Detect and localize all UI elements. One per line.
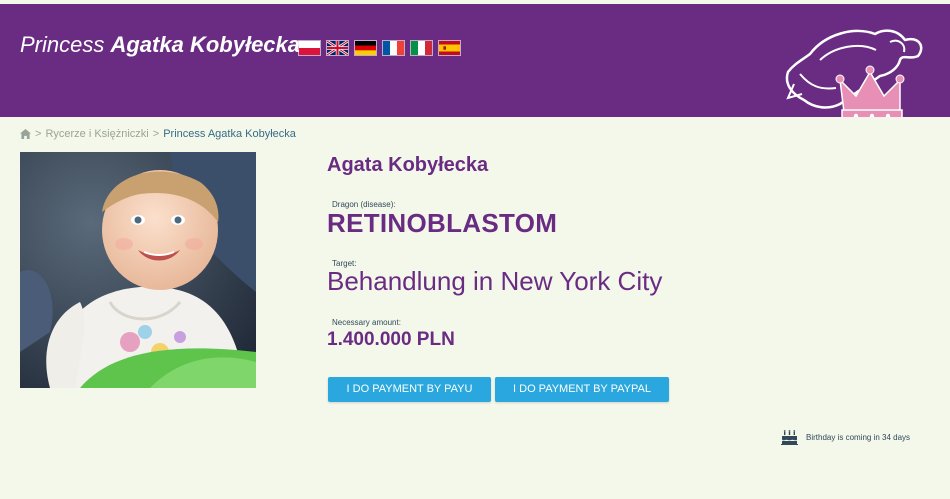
flag-de-icon[interactable] xyxy=(354,40,377,56)
amount-label: Necessary amount: xyxy=(332,318,401,327)
flag-es-icon[interactable] xyxy=(438,40,461,56)
flag-fr-icon[interactable] xyxy=(382,40,405,56)
pay-by-paypal-button[interactable]: I DO PAYMENT BY PAYPAL xyxy=(495,377,669,402)
target-value: Behandlung in New York City xyxy=(327,266,663,296)
child-photo-illustration xyxy=(20,152,256,388)
site-title-name: Agatka Kobyłecka xyxy=(110,32,301,57)
breadcrumb-separator: > xyxy=(35,128,42,140)
amount-value: 1.400.000 PLN xyxy=(327,329,455,350)
birthday-text: Birthday is coming in 34 days xyxy=(806,433,911,442)
flag-gb-icon[interactable] xyxy=(326,40,349,56)
pay-by-payu-button[interactable]: I DO PAYMENT BY PAYU xyxy=(328,377,491,402)
site-header: Princess Agatka Kobyłecka xyxy=(0,4,950,117)
language-flags xyxy=(298,40,461,56)
flag-pl-icon[interactable] xyxy=(298,40,321,56)
birthday-cake-icon xyxy=(781,430,798,445)
breadcrumb-item-current: Princess Agatka Kobyłecka xyxy=(163,128,296,140)
profile-photo xyxy=(20,152,256,388)
birthday-notice: Birthday is coming in 34 days xyxy=(781,430,910,445)
flag-it-icon[interactable] xyxy=(410,40,433,56)
site-title-prefix: Princess xyxy=(20,32,105,57)
breadcrumb-separator: > xyxy=(152,128,160,140)
breadcrumb-item-knights-princesses[interactable]: Rycerze i Księżniczki xyxy=(45,128,148,140)
home-icon[interactable] xyxy=(20,129,31,139)
disease-value: RETINOBLASTOM xyxy=(327,208,558,238)
breadcrumb: > Rycerze i Księżniczki > Princess Agatk… xyxy=(20,128,296,140)
site-title[interactable]: Princess Agatka Kobyłecka xyxy=(20,32,300,58)
princess-crown-illustration-icon xyxy=(785,29,923,117)
person-name: Agata Kobyłecka xyxy=(327,154,489,176)
